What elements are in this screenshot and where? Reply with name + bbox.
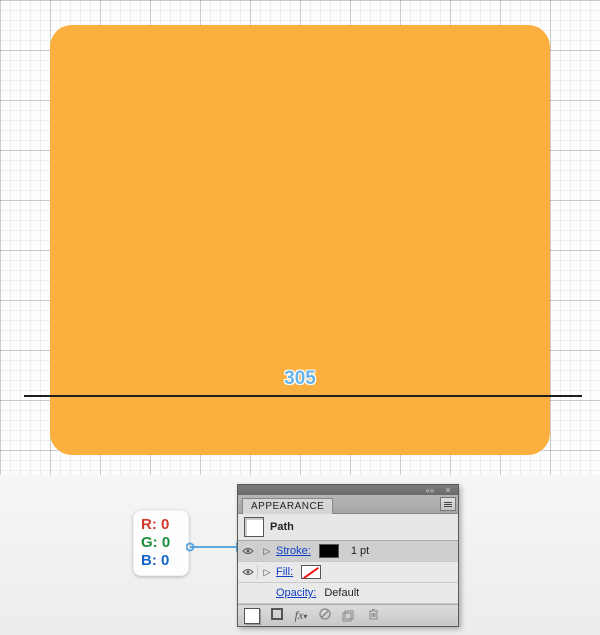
duplicate-item-button[interactable] — [342, 610, 356, 622]
panel-footer: fx▾ — [238, 604, 458, 626]
stroke-label-link[interactable]: Stroke: — [276, 545, 311, 557]
opacity-row[interactable]: Opacity: Default — [238, 583, 458, 604]
close-icon[interactable]: ✕ — [441, 486, 455, 494]
stroke-weight-value[interactable]: 1 pt — [351, 545, 369, 557]
stroke-color-swatch[interactable] — [319, 544, 339, 558]
opacity-label-link[interactable]: Opacity: — [276, 587, 316, 599]
appearance-panel: «« ✕ APPEARANCE Path ▷ Stroke: 1 pt — [237, 484, 459, 627]
lower-stage: R: 0 G: 0 B: 0 «« ✕ APPEARANCE Path — [0, 475, 600, 635]
fill-label-link[interactable]: Fill: — [276, 566, 293, 578]
stroke-row[interactable]: ▷ Stroke: 1 pt — [238, 541, 458, 562]
panel-flyout-menu-button[interactable] — [440, 497, 456, 511]
panel-title-bar[interactable]: «« ✕ — [238, 485, 458, 495]
rgb-value-callout: R: 0 G: 0 B: 0 — [133, 510, 189, 576]
visibility-toggle-icon[interactable] — [242, 565, 258, 579]
fill-color-swatch[interactable] — [301, 565, 321, 579]
rgb-red-value: R: 0 — [141, 516, 181, 534]
clear-appearance-button[interactable] — [318, 608, 332, 623]
opacity-value: Default — [324, 587, 359, 599]
horizontal-line-path[interactable] — [24, 395, 582, 397]
visibility-toggle-icon[interactable] — [242, 544, 258, 558]
fill-row[interactable]: ▷ Fill: — [238, 562, 458, 583]
disclosure-triangle-icon[interactable]: ▷ — [262, 567, 272, 578]
disclosure-triangle-icon[interactable]: ▷ — [262, 546, 272, 557]
tab-appearance[interactable]: APPEARANCE — [242, 498, 333, 514]
appearance-attribute-list: ▷ Stroke: 1 pt ▷ Fill: Opacity: Default — [238, 541, 458, 604]
target-object-row[interactable]: Path — [238, 514, 458, 541]
delete-item-button[interactable] — [366, 608, 380, 623]
rounded-rectangle-shape[interactable] — [50, 25, 550, 455]
panel-tab-strip: APPEARANCE — [238, 495, 458, 514]
target-object-label: Path — [270, 521, 294, 533]
collapse-icon[interactable]: «« — [423, 486, 437, 494]
new-fill-swatch-button[interactable] — [244, 608, 260, 624]
rgb-blue-value: B: 0 — [141, 552, 181, 570]
target-thumbnail-icon — [244, 517, 264, 537]
new-stroke-button[interactable] — [270, 608, 284, 623]
add-effect-button[interactable]: fx▾ — [294, 608, 308, 623]
canvas-area[interactable]: 305 — [0, 0, 600, 475]
rgb-green-value: G: 0 — [141, 534, 181, 552]
